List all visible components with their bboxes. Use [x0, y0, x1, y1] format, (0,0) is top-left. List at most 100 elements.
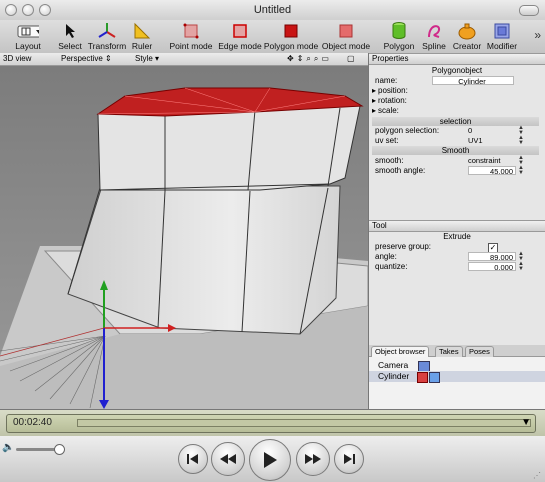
play-button[interactable]	[249, 439, 291, 481]
point-mode-cube-icon	[180, 22, 202, 40]
3d-viewport[interactable]	[0, 66, 368, 409]
skip-forward-icon	[344, 454, 355, 464]
edge-mode-cube-icon	[229, 22, 251, 40]
polygon-mode-cube-icon	[280, 22, 302, 40]
go-to-start-button[interactable]	[178, 444, 208, 474]
playhead-marker-icon[interactable]: ▼	[521, 417, 531, 428]
tab-poses[interactable]: Poses	[465, 346, 494, 357]
edge-mode-button[interactable]: Edge mode	[212, 20, 268, 53]
name-label: name:	[375, 76, 398, 85]
toolbar: Layout Select Transform Ruler Point mode…	[0, 20, 545, 54]
viewport-label: 3D view	[3, 54, 32, 63]
position-label: position:	[378, 86, 408, 95]
go-to-end-button[interactable]	[334, 444, 364, 474]
polygon-selection-label: polygon selection:	[375, 126, 440, 135]
angle-row: angle: 89.000 ▲ ▼	[372, 251, 542, 262]
viewport-header: 3D view Perspective ⇕ Style ▾ ✥⇕⌕⌕▭ ▢	[0, 53, 368, 66]
position-row[interactable]: ▸ position:	[372, 86, 542, 96]
time-scrubber[interactable]	[77, 419, 531, 427]
polygonobject-title: Polygonobject	[372, 66, 542, 76]
modifier-menu-button[interactable]: Modifier	[475, 20, 529, 53]
style-select[interactable]: Style ▾	[135, 54, 159, 63]
smooth-tag-icon	[429, 372, 440, 383]
smooth-row: smooth: constraint ▲ ▼	[372, 155, 542, 166]
polygon-mode-label: Polygon mode	[263, 41, 319, 51]
fast-forward-icon	[305, 454, 321, 464]
scale-label: scale:	[378, 106, 399, 115]
ruler-button[interactable]: Ruler	[115, 20, 169, 53]
edge-mode-label: Edge mode	[218, 41, 262, 51]
quantize-stepper[interactable]: ▲ ▼	[518, 261, 524, 272]
smooth-section: Smooth	[372, 146, 539, 155]
scale-row[interactable]: ▸ scale:	[372, 106, 542, 116]
object-mode-button[interactable]: Object mode	[318, 20, 374, 53]
skip-back-icon	[187, 454, 198, 464]
tab-object-browser[interactable]: Object browser	[371, 346, 430, 357]
tool-header: Tool	[369, 220, 545, 232]
style-select-value: Style	[135, 54, 153, 63]
toolbar-toggle-button[interactable]	[519, 5, 539, 16]
smooth-angle-stepper[interactable]: ▲ ▼	[518, 165, 524, 176]
rotation-row[interactable]: ▸ rotation:	[372, 96, 542, 106]
camera-select[interactable]: Perspective ⇕	[61, 54, 112, 63]
window-title: Untitled	[253, 4, 292, 16]
extrude-title-label: Extrude	[443, 232, 471, 241]
object-item-camera[interactable]: Camera	[369, 360, 545, 372]
ruler-icon	[131, 22, 153, 40]
preserve-group-label: preserve group:	[375, 242, 432, 251]
time-code: 00:02:40	[13, 417, 52, 428]
fast-forward-button[interactable]	[296, 442, 330, 476]
object-name-camera: Camera	[378, 360, 409, 370]
playback-controls: 🔈 ⋰	[0, 436, 545, 482]
uv-set-label: uv set:	[375, 136, 399, 145]
properties-header: Properties	[369, 53, 545, 65]
polygon-tag-icon	[417, 372, 428, 383]
modifier-cube-icon	[491, 22, 513, 40]
tab-takes[interactable]: Takes	[435, 346, 463, 357]
tool-header-label: Tool	[372, 221, 387, 230]
quantize-label: quantize:	[375, 262, 408, 271]
properties-header-label: Properties	[372, 54, 409, 63]
object-mode-cube-icon	[335, 22, 357, 40]
resize-grip-icon[interactable]: ⋰	[533, 471, 541, 480]
rotation-label: rotation:	[378, 96, 407, 105]
name-row: name: Cylinder	[372, 76, 542, 86]
smooth-angle-field[interactable]: 45.000	[468, 166, 516, 176]
preserve-group-row: preserve group: ✓	[372, 242, 542, 253]
uv-set-row: uv set: UV1 ▲ ▼	[372, 135, 542, 146]
smooth-angle-row: smooth angle: 45.000 ▲ ▼	[372, 165, 542, 176]
object-mode-label: Object mode	[321, 41, 371, 51]
angle-field[interactable]: 89.000	[468, 252, 516, 262]
extrude-title: Extrude	[372, 232, 542, 242]
smooth-select[interactable]: constraint	[468, 156, 516, 165]
viewport-nav-icons[interactable]: ✥⇕⌕⌕▭	[287, 54, 332, 64]
browser-tabs: Object browser Takes Poses	[369, 345, 545, 357]
object-name-cylinder: Cylinder	[378, 371, 410, 381]
polygonobject-title-label: Polygonobject	[431, 66, 483, 75]
rewind-icon	[220, 454, 236, 464]
polygon-mode-button[interactable]: Polygon mode	[262, 20, 320, 53]
quantize-field[interactable]: 0.000	[468, 262, 516, 272]
scale-disclosure-icon[interactable]: ▸	[372, 106, 376, 116]
uv-set-select[interactable]: UV1	[468, 136, 516, 145]
viewport-maximize-icon[interactable]: ▢	[347, 54, 355, 63]
point-mode-button[interactable]: Point mode	[163, 20, 219, 53]
ruler-label: Ruler	[131, 41, 153, 51]
point-mode-label: Point mode	[169, 41, 213, 51]
object-item-cylinder[interactable]: Cylinder	[369, 371, 545, 383]
rewind-button[interactable]	[211, 442, 245, 476]
play-icon	[264, 452, 277, 468]
polygon-selection-value[interactable]: 0	[468, 126, 516, 135]
uv-set-stepper[interactable]: ▲ ▼	[518, 135, 524, 146]
properties-panel: Properties Polygonobject name: Cylinder …	[368, 53, 545, 409]
position-disclosure-icon[interactable]: ▸	[372, 86, 376, 96]
volume-knob[interactable]	[54, 444, 65, 455]
time-display: 00:02:40 ▼	[6, 414, 536, 433]
name-field[interactable]: Cylinder	[432, 76, 514, 86]
angle-label: angle:	[375, 252, 397, 261]
polygon-selection-row: polygon selection: 0 ▲ ▼	[372, 125, 542, 136]
toolbar-overflow-button[interactable]: »	[534, 28, 541, 42]
rotation-disclosure-icon[interactable]: ▸	[372, 96, 376, 106]
smooth-angle-label: smooth angle:	[375, 166, 426, 175]
smooth-label: smooth:	[375, 156, 404, 165]
